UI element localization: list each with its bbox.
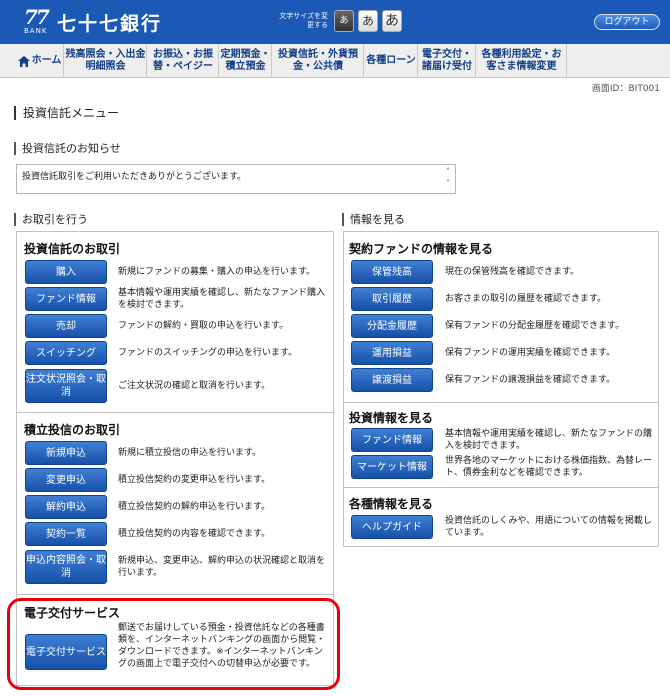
right-section-title: 情報を見る	[342, 213, 405, 226]
application-status-desc: 新規申込、変更申込、解約申込の状況確認と取消を行います。	[118, 556, 326, 578]
highlight-frame	[7, 598, 340, 690]
cancel-application-button[interactable]: 解約申込	[25, 495, 107, 519]
purchase-button[interactable]: 購入	[25, 260, 107, 284]
new-application-button[interactable]: 新規申込	[25, 441, 107, 465]
nav-item-home[interactable]: ホーム	[16, 44, 64, 78]
nav-item-label: 各種利用設定・お客さま情報変更	[481, 49, 562, 72]
contract-list-button[interactable]: 契約一覧	[25, 522, 107, 546]
fund-info-button[interactable]: ファンド情報	[25, 287, 107, 311]
nav-item-label: 各種ローン	[366, 55, 416, 66]
distribution-history-button[interactable]: 分配金履歴	[351, 314, 433, 338]
divider	[16, 594, 334, 595]
divider	[16, 412, 334, 413]
contract-list-desc: 積立投信契約の内容を確認できます。	[118, 529, 271, 539]
nav-item-home-label: ホーム	[31, 55, 62, 66]
distribution-history-desc: 保有ファンドの分配金履歴を確認できます。	[445, 321, 625, 331]
notice-text: 投資信託取引をご利用いただきありがとうございます。	[22, 172, 247, 182]
font-size-large-button[interactable]: あ	[382, 10, 402, 32]
contract-info-group-title: 契約ファンドの情報を見る	[349, 242, 494, 256]
various-info-group-title: 各種情報を見る	[349, 497, 434, 511]
bank-logo-label: BANK	[24, 27, 48, 35]
nav-item-balance[interactable]: 残高照会・入出金明細照会	[65, 44, 147, 78]
nav-item-investment[interactable]: 投資信託・外貨預金・公共債	[273, 44, 364, 78]
nav-item-label: お振込・お振替・ペイジー	[153, 49, 213, 72]
font-size-medium-button[interactable]: あ	[358, 10, 378, 32]
nav-item-label: 定期預金・積立預金	[220, 49, 271, 72]
fund-info-right-desc: 基本情報や運用実績を確認し、新たなファンドの購入を検討できます。	[445, 429, 653, 451]
market-info-button[interactable]: マーケット情報	[351, 455, 433, 479]
home-icon	[17, 55, 30, 67]
font-size-small-button[interactable]: あ	[334, 10, 354, 32]
bank-logo-number: 77	[24, 5, 50, 29]
switching-desc: ファンドのスイッチングの申込を行います。	[118, 348, 298, 358]
investment-pl-button[interactable]: 運用損益	[351, 341, 433, 365]
font-size-label: 文字サイズを変更する	[279, 12, 328, 29]
fund-info-desc: 基本情報や運用実績を確認し、新たなファンド購入を検討できます。	[118, 288, 326, 310]
order-status-button[interactable]: 注文状況照会・取消	[25, 369, 107, 403]
help-guide-desc: 投資信託のしくみや、用語についての情報を掲載しています。	[445, 516, 652, 538]
left-section-title: お取引を行う	[14, 213, 88, 226]
holding-balance-button[interactable]: 保管残高	[351, 260, 433, 284]
transaction-history-button[interactable]: 取引履歴	[351, 287, 433, 311]
application-status-button[interactable]: 申込内容照会・取消	[25, 550, 107, 584]
notice-textarea[interactable]: 投資信託取引をご利用いただきありがとうございます。 ˄ ˅	[16, 164, 456, 194]
global-nav: ホーム 残高照会・入出金明細照会 お振込・お振替・ペイジー 定期預金・積立預金 …	[0, 44, 670, 78]
invest-info-group-title: 投資情報を見る	[349, 411, 434, 425]
nav-item-loan[interactable]: 各種ローン	[365, 44, 418, 78]
divider	[343, 402, 659, 403]
new-application-desc: 新規に積立投信の申込を行います。	[118, 448, 262, 458]
nav-item-settings[interactable]: 各種利用設定・お客さま情報変更	[477, 44, 567, 78]
holding-balance-desc: 現在の保管残高を確認できます。	[445, 267, 580, 277]
scroll-up-icon[interactable]: ˄	[442, 166, 454, 178]
page-title: 投資信託メニュー	[14, 106, 119, 120]
purchase-desc: 新規にファンドの募集・購入の申込を行います。	[118, 267, 316, 277]
nav-item-label: 残高照会・入出金明細照会	[65, 49, 146, 72]
transfer-pl-desc: 保有ファンドの譲渡損益を確認できます。	[445, 375, 616, 385]
market-info-desc: 世界各地のマーケットにおける株価指数、為替レート、債券金利などを確認できます。	[445, 456, 653, 478]
cancel-application-desc: 積立投信契約の解約申込を行います。	[118, 502, 271, 512]
change-application-desc: 積立投信契約の変更申込を行います。	[118, 475, 271, 485]
nav-item-label: 投資信託・外貨預金・公共債	[278, 49, 358, 72]
divider	[343, 487, 659, 488]
screen-id: 画面ID：BIT001	[591, 84, 660, 94]
bank-name: 七十七銀行	[57, 13, 163, 35]
notice-scrollbar[interactable]: ˄ ˅	[442, 166, 454, 192]
sell-button[interactable]: 売却	[25, 314, 107, 338]
sell-desc: ファンドの解約・買取の申込を行います。	[118, 321, 289, 331]
switching-button[interactable]: スイッチング	[25, 341, 107, 365]
change-application-button[interactable]: 変更申込	[25, 468, 107, 492]
logout-button[interactable]: ログアウト	[594, 14, 660, 30]
header-bar: 77 BANK 七十七銀行 文字サイズを変更する あ あ あ ログアウト	[0, 0, 670, 44]
transaction-history-desc: お客さまの取引の履歴を確認できます。	[445, 294, 607, 304]
help-guide-button[interactable]: ヘルプガイド	[351, 515, 433, 539]
order-status-desc: ご注文状況の確認と取消を行います。	[118, 381, 271, 391]
nav-item-deposit[interactable]: 定期預金・積立預金	[220, 44, 272, 78]
investment-pl-desc: 保有ファンドの運用実績を確認できます。	[445, 348, 616, 358]
notice-title: 投資信託のお知らせ	[14, 142, 121, 155]
scroll-down-icon[interactable]: ˅	[442, 178, 454, 190]
transfer-pl-button[interactable]: 譲渡損益	[351, 368, 433, 392]
nav-item-transfer[interactable]: お振込・お振替・ペイジー	[148, 44, 219, 78]
nav-item-e-delivery[interactable]: 電子交付・諸届け受付	[419, 44, 476, 78]
nav-item-label: 電子交付・諸届け受付	[422, 49, 472, 72]
tsumitate-group-title: 積立投信のお取引	[24, 423, 121, 437]
fund-info-right-button[interactable]: ファンド情報	[351, 428, 433, 452]
trade-group-title: 投資信託のお取引	[24, 242, 121, 256]
